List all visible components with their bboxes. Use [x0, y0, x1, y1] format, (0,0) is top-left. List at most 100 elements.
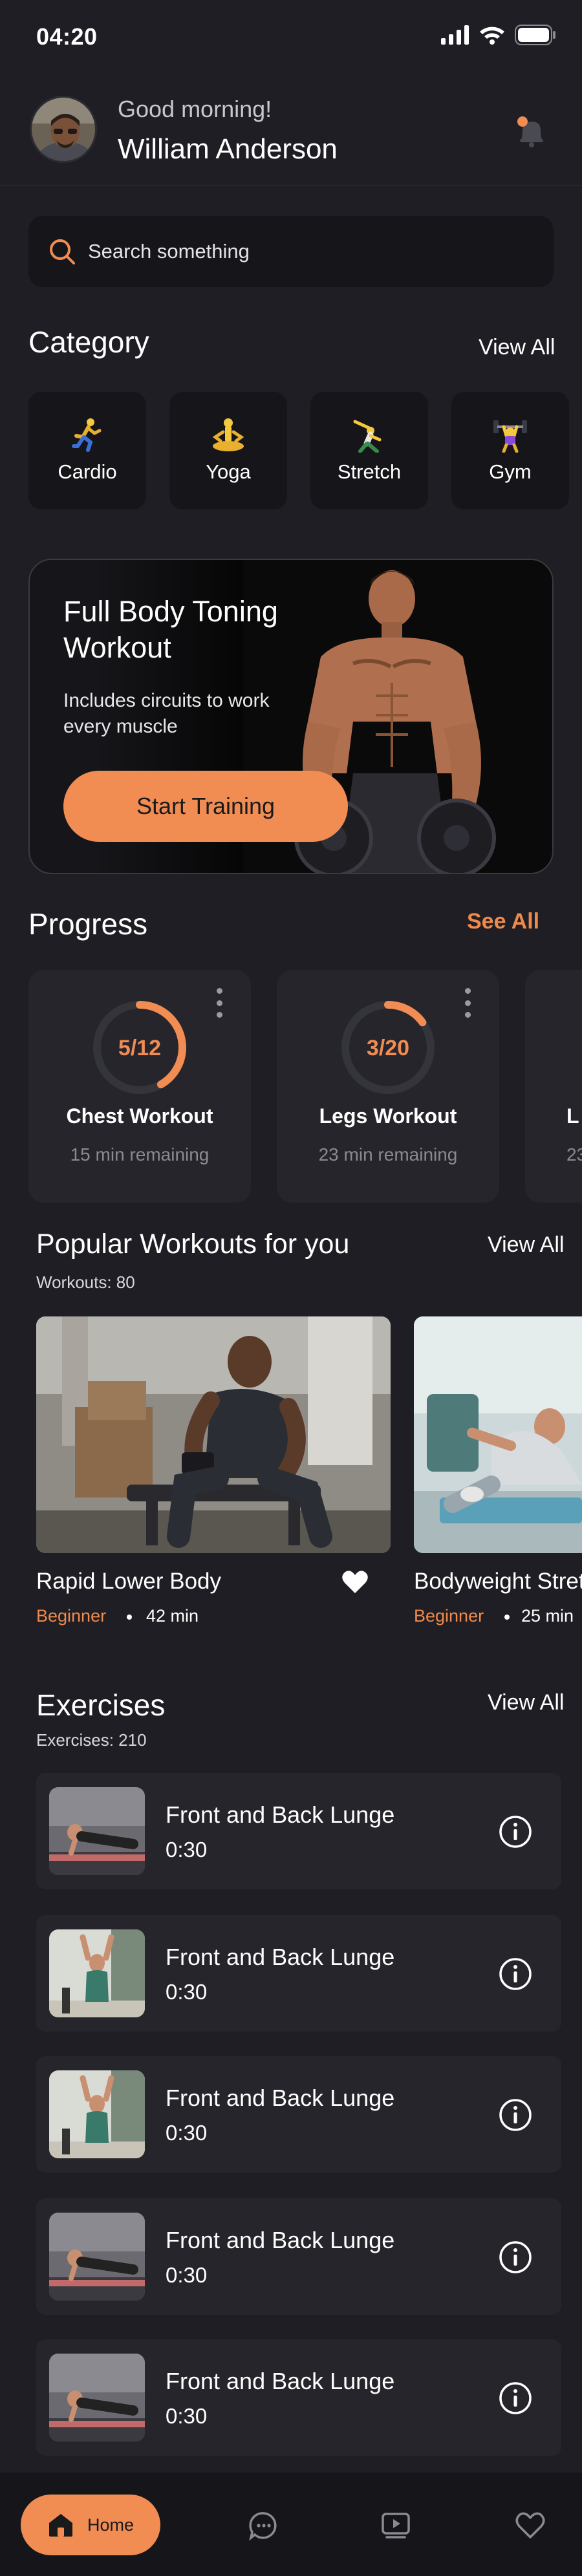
category-cardio[interactable]: Cardio — [28, 392, 146, 510]
progress-card[interactable]: 3/20 Legs Workout 23 min remaining — [277, 970, 499, 1203]
separator-dot — [127, 1615, 132, 1620]
info-icon[interactable] — [498, 2381, 533, 2416]
search-input[interactable]: Search something — [88, 240, 250, 263]
category-view-all[interactable]: View All — [479, 335, 555, 360]
status-icons — [441, 25, 556, 45]
arms-up-photo — [49, 2070, 145, 2158]
bell-icon — [517, 116, 543, 147]
category-label: Yoga — [206, 460, 251, 483]
notification-button[interactable] — [511, 111, 552, 153]
hero-subtitle: Includes circuits to work every muscle — [63, 690, 270, 737]
exercises-view-all[interactable]: View All — [488, 1690, 564, 1715]
progress-see-all[interactable]: See All — [467, 909, 539, 934]
header-divider — [0, 185, 582, 186]
running-icon — [72, 418, 102, 452]
more-options-icon[interactable] — [215, 988, 224, 1018]
featured-workout-card[interactable]: Full Body Toning Workout Includes circui… — [28, 559, 554, 874]
exercise-duration: 0:30 — [166, 2404, 208, 2428]
exercise-name: Front and Back Lunge — [166, 1944, 395, 1970]
popular-count: Workouts: 80 — [36, 1272, 135, 1292]
exercise-duration: 0:30 — [166, 2263, 208, 2287]
exercise-thumbnail — [49, 1929, 145, 2017]
progress-count: 5/12 — [118, 1036, 161, 1060]
progress-label: Chest Workout — [66, 1104, 213, 1128]
search-bar[interactable]: Search something — [28, 216, 554, 287]
exercise-thumbnail — [49, 2213, 145, 2301]
exercise-duration: 0:30 — [166, 1838, 208, 1862]
gym-man-photo — [36, 1316, 391, 1553]
user-name: William Anderson — [118, 133, 338, 165]
category-label: Gym — [489, 460, 532, 483]
bottom-navigation: Home — [0, 2473, 582, 2576]
more-options-icon[interactable] — [463, 988, 472, 1018]
wifi-icon — [480, 27, 504, 45]
workout-image[interactable] — [414, 1316, 582, 1553]
separator-dot — [504, 1615, 510, 1620]
info-icon[interactable] — [498, 1814, 533, 1849]
exercise-duration: 0:30 — [166, 2121, 208, 2145]
exercise-name: Front and Back Lunge — [166, 1801, 395, 1828]
plank-photo — [49, 1787, 145, 1875]
chat-icon[interactable] — [248, 2510, 279, 2541]
workout-image[interactable] — [36, 1316, 391, 1553]
greeting: Good morning! — [118, 96, 272, 122]
exercise-duration: 0:30 — [166, 1980, 208, 2004]
progress-label: L — [566, 1104, 579, 1128]
exercise-row[interactable]: Front and Back Lunge 0:30 — [36, 1773, 561, 1889]
progress-count: 3/20 — [367, 1036, 409, 1060]
exercise-row[interactable]: Front and Back Lunge 0:30 — [36, 2198, 561, 2315]
heart-icon[interactable] — [341, 1570, 369, 1594]
yoga-icon — [212, 418, 244, 451]
avatar[interactable] — [30, 96, 97, 163]
category-stretch[interactable]: Stretch — [310, 392, 428, 510]
workout-duration: 42 min — [146, 1606, 199, 1626]
exercise-thumbnail — [49, 2354, 145, 2442]
category-gym[interactable]: Gym — [451, 392, 569, 510]
progress-title: Progress — [28, 907, 148, 941]
info-icon[interactable] — [498, 2240, 533, 2275]
exercises-count: Exercises: 210 — [36, 1730, 147, 1750]
exercise-row[interactable]: Front and Back Lunge 0:30 — [36, 2056, 561, 2173]
progress-remaining: 15 min remaining — [70, 1144, 210, 1165]
heart-icon[interactable] — [515, 2510, 546, 2541]
progress-ring: 5/12 — [93, 1001, 186, 1094]
stretch-woman-photo — [414, 1316, 582, 1553]
workout-duration: 25 min — [521, 1606, 574, 1626]
stretch-icon — [353, 420, 382, 453]
hero-title: Full Body Toning Workout — [63, 595, 278, 664]
workout-level: Beginner — [36, 1606, 107, 1626]
progress-ring: 3/20 — [341, 1001, 435, 1094]
exercise-row[interactable]: Front and Back Lunge 0:30 — [36, 1915, 561, 2032]
workout-name[interactable]: Bodyweight Stretch — [414, 1569, 582, 1594]
start-training-button[interactable]: Start Training — [63, 771, 348, 842]
video-icon[interactable] — [380, 2510, 411, 2541]
battery-icon — [515, 25, 555, 45]
plank-photo — [49, 2213, 145, 2301]
progress-card[interactable]: 5/12 Chest Workout 15 min remaining — [28, 970, 251, 1203]
weightlifting-icon — [493, 420, 527, 453]
category-title: Category — [28, 325, 149, 359]
info-icon[interactable] — [498, 1957, 533, 1991]
exercise-row[interactable]: Front and Back Lunge 0:30 — [36, 2339, 561, 2456]
search-icon — [50, 239, 75, 264]
popular-view-all[interactable]: View All — [488, 1232, 564, 1258]
nav-home-label: Home — [87, 2515, 135, 2535]
info-icon[interactable] — [498, 2098, 533, 2132]
nav-home[interactable]: Home — [21, 2495, 160, 2555]
signal-icon — [441, 25, 469, 45]
progress-remaining: 23 — [566, 1144, 582, 1165]
exercise-thumbnail — [49, 2070, 145, 2158]
category-label: Stretch — [337, 460, 402, 483]
exercise-thumbnail — [49, 1787, 145, 1875]
popular-title: Popular Workouts for you — [36, 1229, 350, 1260]
progress-card-partial[interactable]: L 23 — [525, 970, 582, 1203]
exercise-name: Front and Back Lunge — [166, 2227, 395, 2253]
plank-photo — [49, 2354, 145, 2442]
exercises-title: Exercises — [36, 1688, 166, 1722]
category-yoga[interactable]: Yoga — [169, 392, 287, 510]
user-photo — [32, 98, 95, 161]
progress-remaining: 23 min remaining — [318, 1144, 458, 1165]
exercise-name: Front and Back Lunge — [166, 2368, 395, 2394]
workout-name[interactable]: Rapid Lower Body — [36, 1569, 221, 1594]
workout-level: Beginner — [414, 1606, 484, 1626]
